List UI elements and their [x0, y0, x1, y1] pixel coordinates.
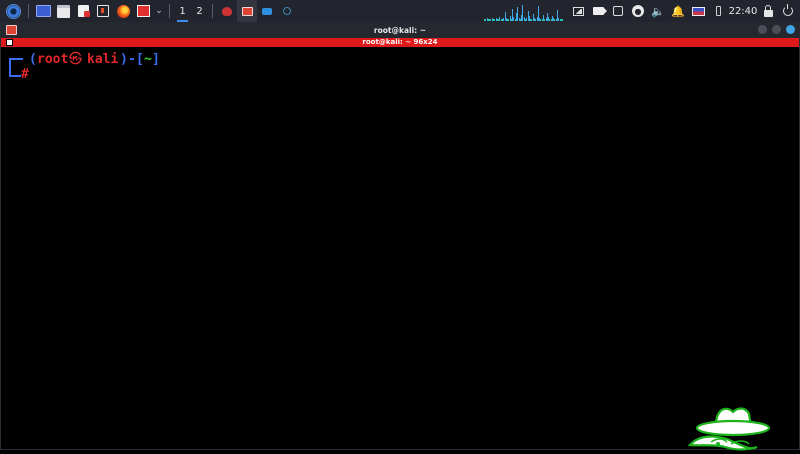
battery-icon	[716, 6, 721, 16]
notifications-tray-button[interactable]: 🔔	[668, 0, 688, 22]
terminal-scrollbar[interactable]	[794, 50, 798, 446]
chevron-down-icon: ⌄	[155, 6, 163, 16]
prompt-open-bracket: [	[136, 52, 144, 68]
battery-tray-button[interactable]	[708, 0, 728, 22]
taskbar-app-1[interactable]	[217, 0, 237, 22]
prompt-user: root	[37, 52, 68, 68]
camera-tray-button[interactable]	[588, 0, 608, 22]
clock-label: 22:40	[729, 6, 758, 17]
keyboard-layout-button[interactable]	[688, 0, 708, 22]
app-blue-icon	[262, 8, 272, 15]
terminal-window[interactable]: root@kali: ~ root@kali: ~ 96x24 ( root ㉿…	[0, 22, 800, 450]
burpsuite-launcher[interactable]	[133, 0, 153, 22]
file-manager-launcher[interactable]	[53, 0, 73, 22]
volume-icon: 🔈	[652, 5, 664, 17]
vpn-icon: ●	[632, 5, 644, 17]
prompt-hash: #	[21, 67, 29, 83]
workspace-1-button[interactable]: 1	[174, 0, 191, 22]
launcher-dropdown-button[interactable]: ⌄	[153, 0, 165, 22]
firefox-icon	[117, 5, 130, 18]
kali-dragon-icon	[283, 7, 291, 15]
network-icon	[573, 7, 584, 16]
lock-screen-button[interactable]	[758, 0, 778, 22]
power-icon	[783, 6, 793, 16]
workspace-2-button[interactable]: 2	[191, 0, 208, 22]
window-titlebar[interactable]: root@kali: ~	[1, 22, 799, 38]
firefox-launcher[interactable]	[113, 0, 133, 22]
terminal-app-icon[interactable]	[6, 25, 17, 35]
tab-terminal-icon	[6, 39, 13, 46]
text-editor-launcher[interactable]	[73, 0, 93, 22]
keyboard-layout-icon	[692, 7, 705, 16]
workspace-1-label: 1	[179, 6, 185, 17]
show-desktop-icon	[36, 5, 51, 17]
kali-menu-icon	[6, 4, 21, 19]
window-title: root@kali: ~	[374, 26, 426, 35]
top-panel: ⌄ 1 2 ● 🔈 🔔 22:40	[0, 0, 800, 22]
vpn-tray-button[interactable]: ●	[628, 0, 648, 22]
close-button[interactable]	[786, 25, 795, 34]
taskbar-terminal-window[interactable]	[237, 0, 257, 22]
notes-tray-button[interactable]	[608, 0, 628, 22]
notification-bell-icon: 🔔	[672, 5, 684, 17]
prompt-host: kali	[87, 52, 118, 68]
terminal-icon	[97, 5, 109, 17]
camera-icon	[593, 7, 604, 15]
tab-label: root@kali: ~ 96x24	[362, 38, 437, 47]
terminal-tab-bar[interactable]: root@kali: ~ 96x24	[1, 38, 799, 47]
prompt-close-paren: )	[120, 52, 128, 68]
burpsuite-icon	[137, 5, 150, 17]
prompt-cwd: ~	[144, 52, 152, 68]
application-menu-button[interactable]	[2, 0, 24, 22]
workspace-2-label: 2	[196, 6, 202, 17]
volume-tray-button[interactable]: 🔈	[648, 0, 668, 22]
show-desktop-launcher[interactable]	[33, 0, 53, 22]
lock-icon	[764, 10, 773, 17]
prompt-dash: -	[128, 52, 136, 68]
panel-separator	[169, 4, 170, 18]
prompt-corner-bottom	[9, 68, 21, 77]
notes-icon	[613, 6, 623, 16]
maximize-button[interactable]	[772, 25, 781, 34]
app-red-icon	[222, 7, 232, 16]
prompt-at-symbol: ㉿	[69, 52, 82, 68]
incognito-hat-mascot-icon	[687, 404, 787, 454]
taskbar-app-4[interactable]	[277, 0, 297, 22]
panel-separator	[212, 4, 213, 18]
terminal-window-icon	[242, 7, 253, 16]
network-tray-button[interactable]	[568, 0, 588, 22]
prompt-open-paren: (	[29, 52, 37, 68]
minimize-button[interactable]	[758, 25, 767, 34]
panel-separator	[28, 4, 29, 18]
terminal-launcher[interactable]	[93, 0, 113, 22]
clock[interactable]: 22:40	[728, 0, 758, 22]
prompt-close-bracket: ]	[152, 52, 160, 68]
file-manager-icon	[57, 5, 70, 18]
logout-button[interactable]	[778, 0, 798, 22]
taskbar-app-3[interactable]	[257, 0, 277, 22]
text-editor-icon	[78, 5, 89, 17]
network-monitor-graph[interactable]	[484, 1, 562, 21]
